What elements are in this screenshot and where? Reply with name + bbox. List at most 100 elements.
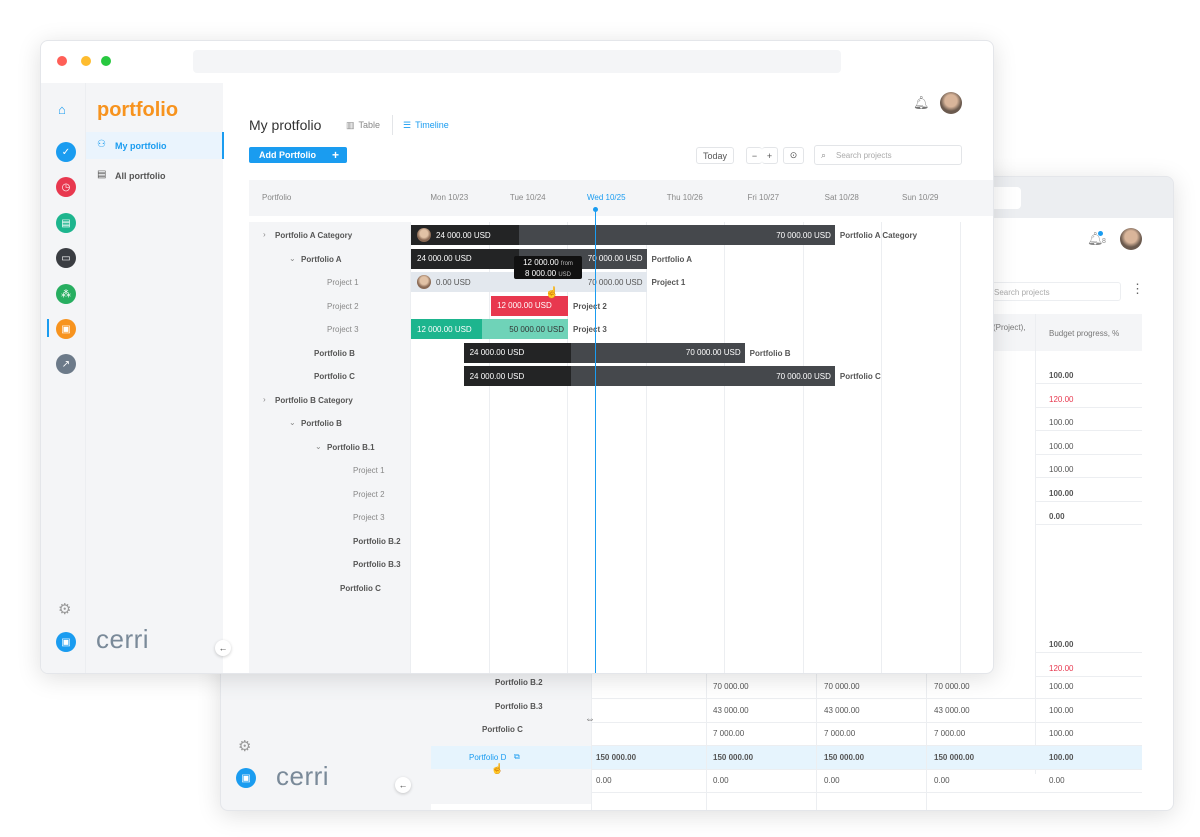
tab-timeline[interactable]: ☰ Timeline (403, 118, 449, 132)
tree-item[interactable]: Portfolio C (340, 584, 381, 593)
table-cell: 43 000.00 (713, 705, 749, 715)
tree-item[interactable]: Project 3 (353, 513, 385, 522)
user-avatar[interactable] (940, 92, 962, 114)
settings-icon[interactable]: ⚙ (238, 737, 251, 755)
day-header: Mon 10/23 (430, 193, 469, 202)
bar-budget: 70 000.00 USD (685, 348, 741, 357)
budget-progress-value: 120.00 (1049, 394, 1074, 404)
page-title: My protfolio (249, 117, 322, 133)
bar-spent: 24 000.00 USD (469, 371, 525, 381)
tree-item[interactable]: Project 2 (327, 302, 359, 311)
day-header: Wed 10/25 (586, 193, 626, 202)
chevron-right-icon[interactable]: › (263, 230, 266, 239)
table-cell: 150 000.00 (596, 752, 637, 762)
row-name[interactable]: Portfolio D (469, 753, 506, 762)
row-divider (1036, 652, 1142, 653)
chevron-down-icon[interactable]: ⌄ (289, 254, 296, 263)
close-window-button[interactable] (57, 56, 67, 66)
chevron-down-icon[interactable]: ⌄ (315, 442, 322, 451)
zoom-in-button[interactable]: + (762, 147, 778, 164)
minimize-window-button[interactable] (81, 56, 91, 66)
budget-progress-value: 100.00 (1049, 418, 1074, 427)
pointer-cursor-icon: ☝ (545, 287, 559, 299)
nav-label: My portfolio (115, 141, 167, 151)
home-icon[interactable]: ⌂ (58, 102, 66, 117)
tab-table[interactable]: ▥ Table (346, 118, 380, 132)
table-cell: 0.00 (824, 776, 840, 785)
tree-item[interactable]: Portfolio A (301, 255, 342, 264)
day-divider (959, 222, 961, 673)
portfolio-icon[interactable]: ▣ (56, 319, 76, 339)
table-cell: 7 000.00 (713, 729, 745, 738)
maximize-window-button[interactable] (101, 56, 111, 66)
tree-item[interactable]: Portfolio C (314, 372, 355, 381)
search-input[interactable]: ⌕ Search projects (814, 145, 962, 165)
timeline-first-col: Portfolio (262, 193, 292, 202)
tree-item[interactable]: Project 2 (353, 490, 385, 499)
add-portfolio-button[interactable]: Add Portfolio + (249, 147, 347, 163)
bar-spent-segment: 24 000.00 USD (463, 366, 572, 386)
collapse-sidebar-button[interactable]: ← (215, 640, 231, 656)
folder-icon[interactable]: ▭ (56, 248, 76, 268)
day-divider (881, 222, 882, 673)
tree-item[interactable]: Portfolio A Category (275, 231, 352, 240)
settings-icon[interactable]: ⚙ (58, 600, 71, 618)
address-bar[interactable] (193, 50, 841, 73)
target-button[interactable]: ⊙ (783, 147, 804, 164)
table-row[interactable] (431, 722, 1142, 745)
avatar (417, 228, 431, 242)
table-row[interactable] (431, 745, 1142, 769)
bar-budget: 70 000.00 USD (587, 254, 643, 263)
collapse-sidebar-button[interactable]: ← (395, 777, 411, 793)
resize-handle-icon[interactable]: ⇔ (585, 714, 595, 725)
tree-item[interactable]: Portfolio B.1 (327, 443, 375, 452)
bar-spent: 24 000.00 USD (417, 254, 472, 263)
today-line (595, 209, 596, 673)
bar-spent-segment: 24 000.00 USD (463, 342, 572, 363)
more-menu-icon[interactable]: ⋮ (1131, 281, 1144, 297)
day-header: Fri 10/27 (747, 193, 780, 202)
timer-icon[interactable]: ◷ (56, 177, 76, 197)
nav-item-all-portfolio[interactable]: ▤ All portfolio (86, 161, 223, 188)
table-row[interactable] (431, 769, 1142, 792)
row-divider (1036, 406, 1142, 408)
documents-icon[interactable]: ▤ (56, 213, 76, 233)
timeline-bar[interactable]: 24 000.00 USD 70 000.00 USD (411, 225, 835, 245)
team-icon[interactable]: ⁂ (56, 284, 76, 304)
timeline-bar[interactable]: 24 000.00 USD 70 000.00 USD (463, 366, 835, 386)
tree-item[interactable]: Project 1 (353, 466, 385, 475)
bell-icon[interactable]: 🔔︎ (913, 95, 930, 111)
row-name: Portfolio B.2 (495, 678, 543, 687)
timeline-bar[interactable]: 12 000.00 USD 50 000.00 USD (411, 319, 568, 339)
chevron-down-icon[interactable]: ⌄ (289, 418, 296, 427)
tree-item[interactable]: Portfolio B.2 (353, 537, 401, 546)
tree-item[interactable]: Portfolio B Category (275, 396, 353, 405)
table-cell: 0.00 (713, 776, 729, 785)
today-button[interactable]: Today (696, 147, 734, 164)
tooltip-amount: 12 000.00 (523, 258, 559, 267)
user-avatar[interactable] (1120, 228, 1142, 250)
tasks-icon[interactable]: ✓ (56, 142, 76, 162)
tree-item[interactable]: Project 3 (327, 325, 359, 334)
back-search-input[interactable]: Search projects (987, 282, 1121, 301)
tree-item[interactable]: Portfolio B (314, 349, 355, 358)
external-link-icon[interactable]: ⧉ (514, 752, 520, 762)
tree-item[interactable]: Portfolio B (301, 419, 342, 428)
table-cell: 70 000.00 (713, 682, 749, 691)
cerri-logo: cerri (96, 624, 150, 654)
timeline-bar[interactable]: 24 000.00 USD 70 000.00 USD (463, 342, 745, 363)
nav-item-my-portfolio[interactable]: ⚇ My portfolio (86, 132, 224, 159)
table-cell: 0.00 (934, 776, 950, 785)
button-label: Add Portfolio (259, 150, 316, 160)
tree-item[interactable]: Project 1 (327, 278, 359, 287)
tree-item[interactable]: Portfolio B.3 (353, 560, 401, 569)
notification-count: 8 (1102, 238, 1106, 245)
bar-spent: 24 000.00 USD (469, 348, 525, 357)
row-divider (591, 792, 1142, 793)
bar-label: Project 1 (651, 278, 686, 287)
table-icon: ▥ (346, 119, 355, 130)
day-header: Mo (960, 193, 994, 202)
chevron-right-icon[interactable]: › (263, 395, 266, 404)
zoom-out-button[interactable]: − (746, 147, 762, 164)
analytics-icon[interactable]: ↗ (56, 354, 76, 374)
